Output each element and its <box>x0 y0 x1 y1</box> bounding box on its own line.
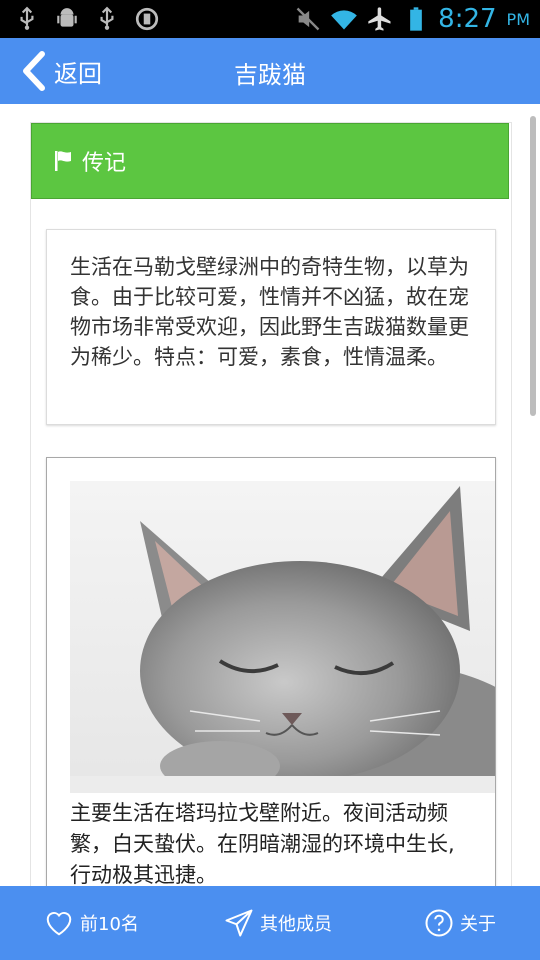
flag-icon <box>55 151 71 171</box>
usb-icon <box>100 6 114 30</box>
sync-icon <box>135 7 159 31</box>
nav-top10-label: 前10名 <box>80 914 139 935</box>
description-text: 生活在马勒戈壁绿洲中的奇特生物，以草为食。由于比较可爱，性情并不凶猛，故在宠物市… <box>70 255 469 369</box>
clock-ampm: PM <box>506 9 530 29</box>
airplane-mode-icon <box>368 7 391 31</box>
cat-photo <box>70 481 495 793</box>
wifi-icon <box>331 10 357 30</box>
page-title: 吉跋猫 <box>234 61 306 89</box>
nav-about-button[interactable]: 关于 <box>424 886 496 960</box>
description-card: 生活在马勒戈壁绿洲中的奇特生物，以草为食。由于比较可爱，性情并不凶猛，故在宠物市… <box>46 229 496 425</box>
biography-panel: 传记 生活在马勒戈壁绿洲中的奇特生物，以草为食。由于比较可爱，性情并不凶猛，故在… <box>30 122 512 886</box>
clock-time: 8:27 <box>438 4 497 34</box>
nav-about-label: 关于 <box>460 914 496 935</box>
app-header: 返回 吉跋猫 <box>0 38 540 104</box>
usb-icon <box>20 6 34 30</box>
section-title: 传记 <box>82 151 127 176</box>
mute-icon <box>296 7 320 31</box>
nav-top10-button[interactable]: 前10名 <box>44 886 139 960</box>
nav-members-button[interactable]: 其他成员 <box>224 886 332 960</box>
content-scroll[interactable]: 传记 生活在马勒戈壁绿洲中的奇特生物，以草为食。由于比较可爱，性情并不凶猛，故在… <box>0 104 540 886</box>
photo-card: 主要生活在塔玛拉戈壁附近。夜间活动频繁，白天蛰伏。在阴暗潮湿的环境中生长,行动极… <box>46 457 496 886</box>
android-debug-icon <box>57 8 77 27</box>
nav-members-label: 其他成员 <box>260 914 332 935</box>
battery-icon <box>410 7 422 31</box>
heart-icon <box>46 912 72 936</box>
status-bar: 8:27 PM <box>0 0 540 38</box>
section-header: 传记 <box>31 123 509 199</box>
notification-icons <box>14 6 160 32</box>
photo-caption: 主要生活在塔玛拉戈壁附近。夜间活动频繁，白天蛰伏。在阴暗潮湿的环境中生长,行动极… <box>70 801 455 886</box>
scrollbar[interactable] <box>530 116 536 416</box>
sleeping-kitten-image <box>70 481 495 793</box>
bottom-nav: 前10名 其他成员 关于 <box>0 886 540 960</box>
paper-plane-icon <box>225 909 253 937</box>
help-circle-icon <box>425 909 453 937</box>
